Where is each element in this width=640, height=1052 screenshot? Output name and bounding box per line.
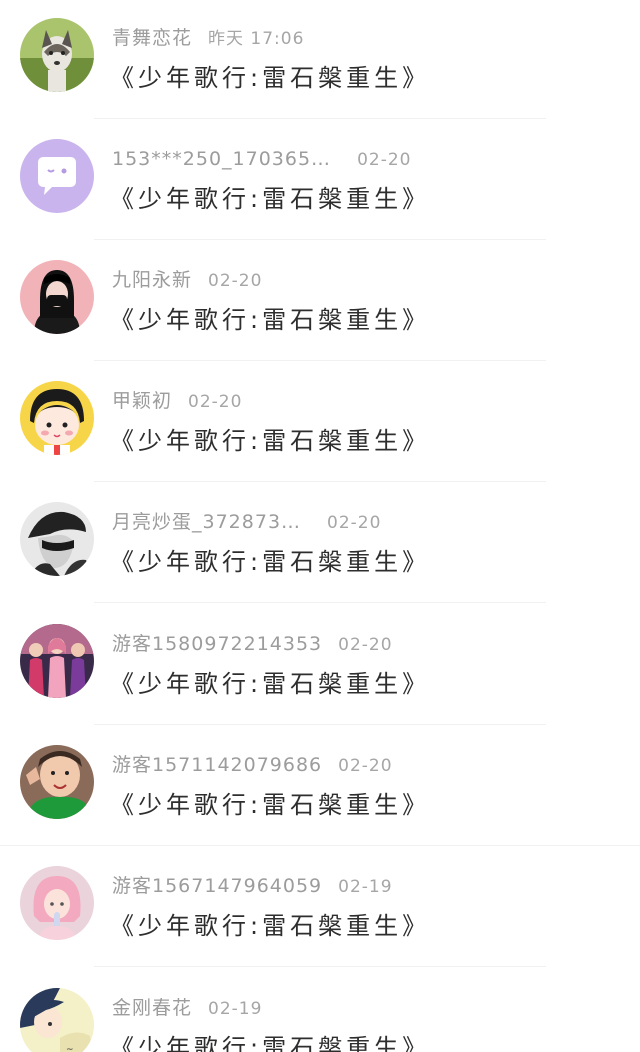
user-avatar-1[interactable] bbox=[20, 18, 94, 92]
user-avatar-6[interactable] bbox=[20, 624, 94, 698]
comment-text: 《少年歌行:雷石槃重生》 bbox=[110, 670, 431, 698]
comment-item[interactable]: 游客1580972214353 02-20 《少年歌行:雷石槃重生》 bbox=[0, 606, 640, 727]
username[interactable]: 月亮炒蛋_372873… bbox=[112, 511, 301, 533]
comment-text: 《少年歌行:雷石槃重生》 bbox=[110, 64, 431, 92]
comment-text: 《少年歌行:雷石槃重生》 bbox=[110, 185, 431, 213]
timestamp: 02-20 bbox=[327, 513, 382, 533]
timestamp: 02-20 bbox=[188, 392, 243, 412]
username[interactable]: 153***250_170365… bbox=[112, 148, 331, 170]
comment-text: 《少年歌行:雷石槃重生》 bbox=[110, 548, 431, 576]
username[interactable]: 游客1580972214353 bbox=[112, 633, 322, 655]
comment-item[interactable]: 游客1567147964059 02-19 《少年歌行:雷石槃重生》 bbox=[0, 848, 640, 969]
comment-item[interactable]: ~ 金刚春花 02-19 《少年歌行:雷石槃重生》 bbox=[0, 970, 640, 1052]
divider bbox=[94, 239, 546, 240]
comment-item[interactable]: 游客1571142079686 02-20 《少年歌行:雷石槃重生》 bbox=[0, 727, 640, 848]
cartoon-girl-avatar bbox=[20, 381, 94, 455]
divider bbox=[94, 118, 546, 119]
timestamp: 昨天 17:06 bbox=[208, 29, 305, 49]
user-avatar-8[interactable] bbox=[20, 866, 94, 940]
username[interactable]: 甲颖初 bbox=[112, 390, 172, 412]
comment-meta: 甲颖初 02-20 bbox=[112, 387, 242, 415]
timestamp: 02-19 bbox=[338, 877, 393, 897]
svg-text:~: ~ bbox=[66, 1045, 74, 1052]
user-avatar-5[interactable] bbox=[20, 502, 94, 576]
dark-hat-avatar bbox=[20, 502, 94, 576]
comment-meta: 游客1580972214353 02-20 bbox=[112, 630, 393, 658]
child-photo-avatar bbox=[20, 745, 94, 819]
username[interactable]: 金刚春花 bbox=[112, 997, 192, 1019]
user-avatar-3[interactable] bbox=[20, 260, 94, 334]
user-avatar-2[interactable] bbox=[20, 139, 94, 213]
comment-meta: 153***250_170365… 02-20 bbox=[112, 145, 411, 173]
divider bbox=[94, 966, 546, 967]
comment-text: 《少年歌行:雷石槃重生》 bbox=[110, 427, 431, 455]
timestamp: 02-20 bbox=[357, 150, 412, 170]
username[interactable]: 游客1571142079686 bbox=[112, 754, 322, 776]
comment-text: 《少年歌行:雷石槃重生》 bbox=[110, 791, 431, 819]
anime-boy-avatar: ~ bbox=[20, 988, 94, 1052]
comment-text: 《少年歌行:雷石槃重生》 bbox=[110, 912, 431, 940]
pink-hair-avatar bbox=[20, 866, 94, 940]
divider bbox=[0, 845, 640, 846]
comment-meta: 青舞恋花 昨天 17:06 bbox=[112, 24, 304, 52]
timestamp: 02-20 bbox=[338, 635, 393, 655]
comment-list: 青舞恋花 昨天 17:06 《少年歌行:雷石槃重生》 153***250_1703… bbox=[0, 0, 640, 1052]
user-avatar-9[interactable]: ~ bbox=[20, 988, 94, 1052]
comment-meta: 游客1571142079686 02-20 bbox=[112, 751, 393, 779]
group-photo-avatar bbox=[20, 624, 94, 698]
user-avatar-7[interactable] bbox=[20, 745, 94, 819]
username[interactable]: 游客1567147964059 bbox=[112, 875, 322, 897]
divider bbox=[94, 602, 546, 603]
comment-item[interactable]: 青舞恋花 昨天 17:06 《少年歌行:雷石槃重生》 bbox=[0, 0, 640, 121]
timestamp: 02-20 bbox=[208, 271, 263, 291]
comment-item[interactable]: 月亮炒蛋_372873… 02-20 《少年歌行:雷石槃重生》 bbox=[0, 484, 640, 605]
divider bbox=[94, 724, 546, 725]
username[interactable]: 九阳永新 bbox=[112, 269, 192, 291]
comment-item[interactable]: 九阳永新 02-20 《少年歌行:雷石槃重生》 bbox=[0, 242, 640, 363]
comment-meta: 金刚春花 02-19 bbox=[112, 994, 262, 1022]
divider bbox=[94, 481, 546, 482]
comment-item[interactable]: 153***250_170365… 02-20 《少年歌行:雷石槃重生》 bbox=[0, 121, 640, 242]
timestamp: 02-19 bbox=[208, 999, 263, 1019]
comment-meta: 游客1567147964059 02-19 bbox=[112, 872, 393, 900]
comment-text: 《少年歌行:雷石槃重生》 bbox=[110, 306, 431, 334]
user-avatar-4[interactable] bbox=[20, 381, 94, 455]
username[interactable]: 青舞恋花 bbox=[112, 27, 192, 49]
comment-text: 《少年歌行:雷石槃重生》 bbox=[110, 1034, 431, 1052]
comment-meta: 月亮炒蛋_372873… 02-20 bbox=[112, 508, 381, 536]
comment-meta: 九阳永新 02-20 bbox=[112, 266, 262, 294]
divider bbox=[94, 360, 546, 361]
comment-item[interactable]: 甲颖初 02-20 《少年歌行:雷石槃重生》 bbox=[0, 363, 640, 484]
masked-girl-avatar bbox=[20, 260, 94, 334]
timestamp: 02-20 bbox=[338, 756, 393, 776]
chat-bubble-avatar bbox=[20, 139, 94, 213]
husky-dog-avatar bbox=[20, 18, 94, 92]
